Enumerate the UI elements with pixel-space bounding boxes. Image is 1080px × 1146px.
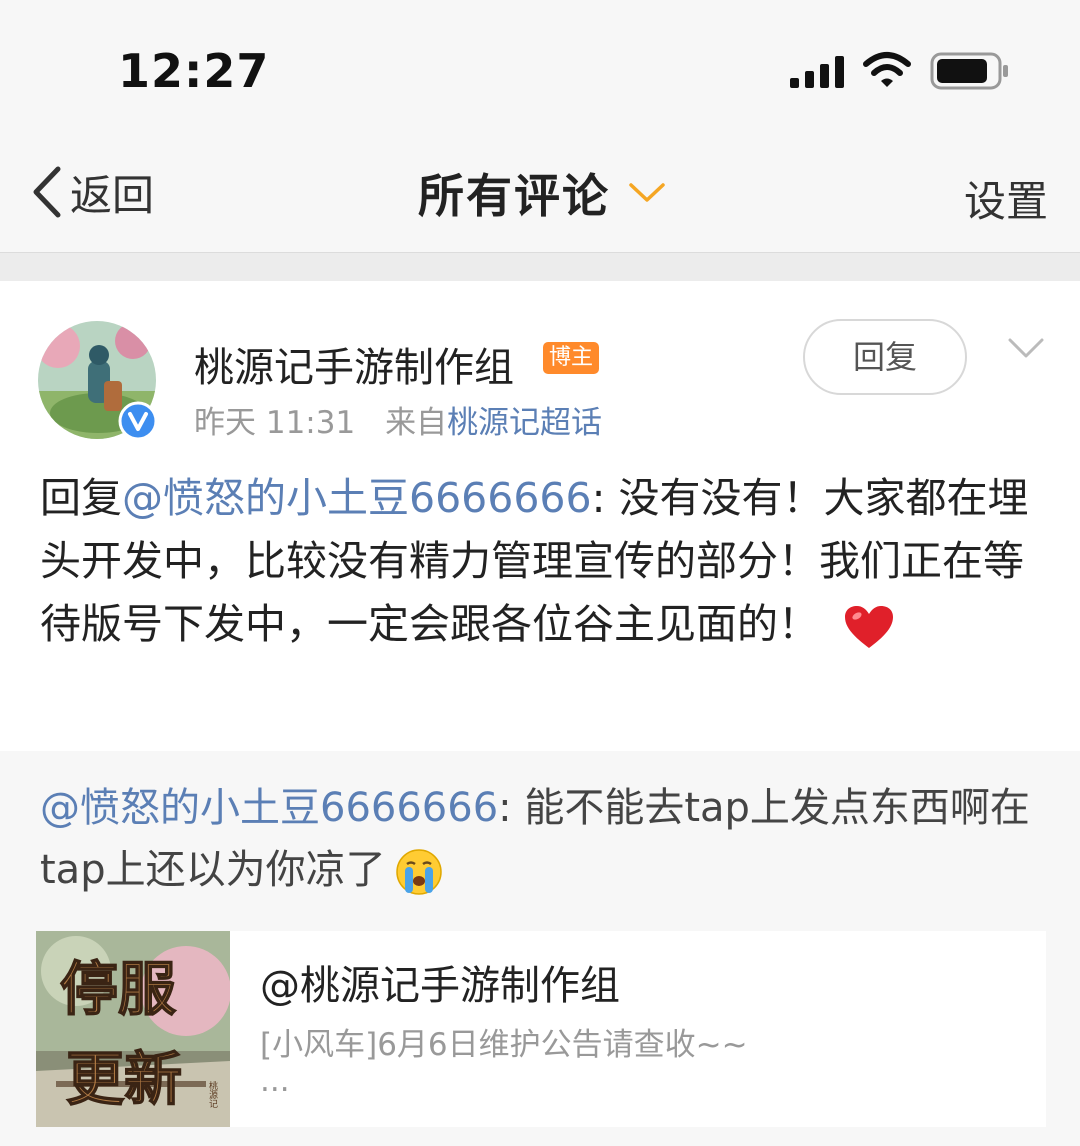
comment-source-prefix: 来自 <box>385 405 448 441</box>
back-button[interactable]: 返回 <box>30 162 154 222</box>
svg-text:桃源记: 桃源记 <box>207 1080 218 1108</box>
battery-icon <box>930 52 1008 90</box>
linked-post-card[interactable]: 停服 更新 桃源记 @桃源记手游制作组 [小风车]6月6日维护公告请查收~~ .… <box>36 931 1046 1127</box>
section-divider <box>0 253 1080 281</box>
crying-emoji-icon <box>395 849 442 895</box>
thumbnail-title-art: 停服 更新 桃源记 <box>59 954 218 1114</box>
quoted-comment[interactable]: @愤怒的小土豆6666666: 能不能去tap上发点东西啊在tap上还以为你凉了… <box>0 751 1080 1146</box>
comment-card: 桃源记手游制作组 博主 昨天 11:31 来自桃源记超话 回复 回复@愤怒的小土… <box>0 281 1080 751</box>
back-label: 返回 <box>70 170 155 220</box>
chevron-down-icon[interactable] <box>1008 337 1044 361</box>
page-title: 所有评论 <box>418 169 610 223</box>
comment-author[interactable]: 桃源记手游制作组 <box>194 335 514 393</box>
comment-source-link[interactable]: 桃源记超话 <box>447 405 602 441</box>
linked-post-ellipsis: ... <box>260 1063 290 1099</box>
comment-time: 昨天 11:31 <box>194 405 356 441</box>
chevron-left-icon <box>33 166 61 218</box>
nav-bar: 返回 所有评论 设置 <box>0 140 1080 253</box>
comment-meta: 昨天 11:31 来自桃源记超话 <box>194 397 602 442</box>
verified-icon <box>118 401 158 441</box>
heart-emoji-icon <box>845 606 893 648</box>
svg-text:停服: 停服 <box>60 955 176 1023</box>
mention-link[interactable]: @愤怒的小土豆6666666 <box>122 474 592 522</box>
status-time: 12:27 <box>118 44 270 98</box>
linked-post-description: [小风车]6月6日维护公告请查收~~ <box>260 1027 748 1063</box>
linked-post-thumbnail: 停服 更新 桃源记 <box>36 931 230 1127</box>
reply-button[interactable]: 回复 <box>803 319 967 395</box>
author-role-badge: 博主 <box>543 342 600 374</box>
settings-button[interactable]: 设置 <box>964 168 1048 229</box>
comment-filter-dropdown[interactable]: 所有评论 <box>418 160 666 226</box>
quoted-text-block: @愤怒的小土豆6666666: 能不能去tap上发点东西啊在tap上还以为你凉了 <box>40 777 1050 901</box>
wifi-icon <box>863 52 911 87</box>
status-bar: 12:27 <box>0 0 1080 140</box>
cellular-signal-icon <box>790 56 844 88</box>
comment-body: 回复@愤怒的小土豆6666666: 没有没有！大家都在埋头开发中，比较没有精力管… <box>40 467 1040 656</box>
quoted-mention-link[interactable]: @愤怒的小土豆6666666 <box>40 785 498 831</box>
chevron-down-icon <box>629 183 665 202</box>
reply-prefix: 回复 <box>40 474 122 522</box>
svg-text:更新: 更新 <box>66 1045 182 1113</box>
linked-post-author: @桃源记手游制作组 <box>260 963 620 1009</box>
